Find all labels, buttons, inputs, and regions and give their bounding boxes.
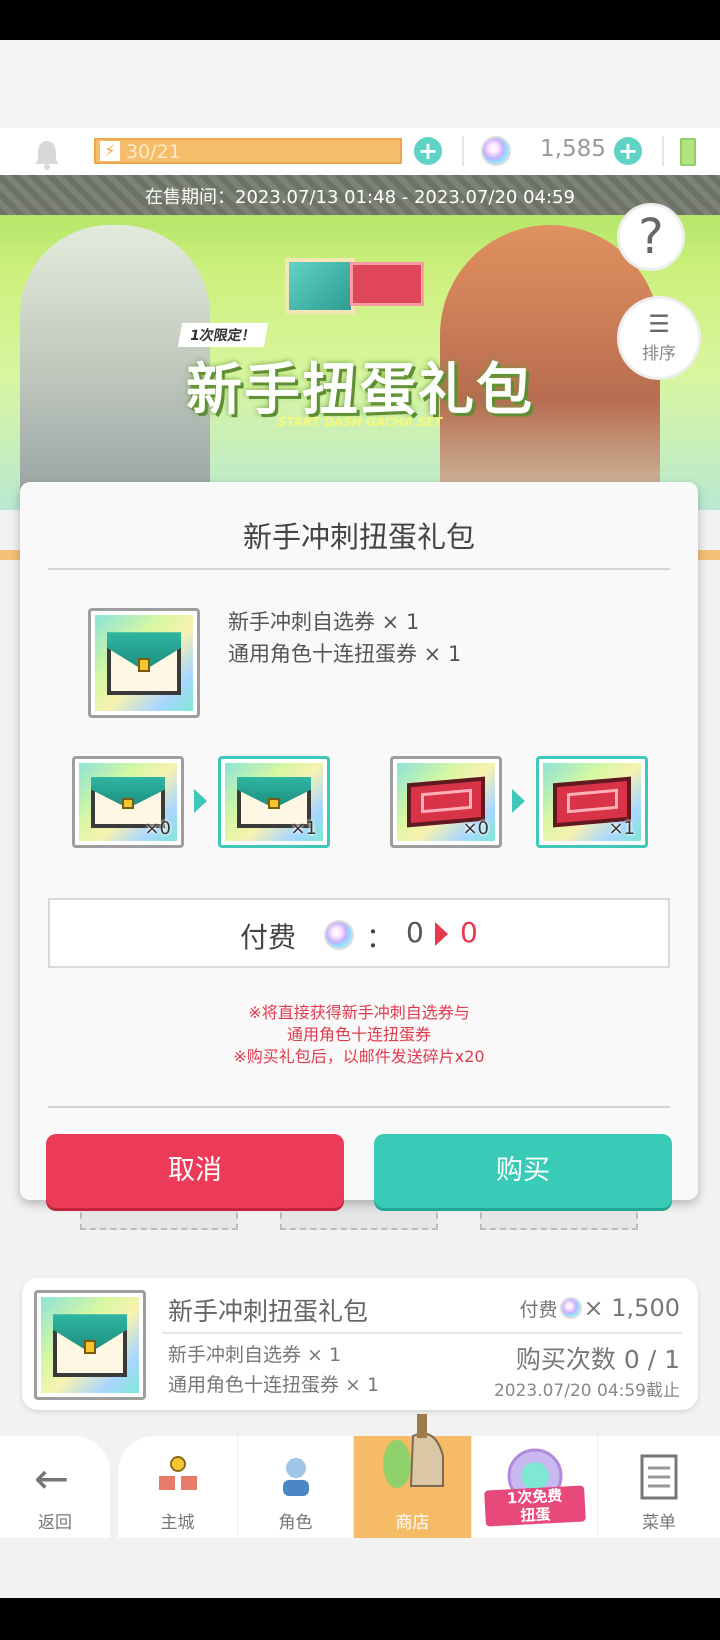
limit-tag: 1次限定！ bbox=[177, 323, 268, 347]
divider bbox=[48, 1106, 670, 1108]
battery-icon bbox=[680, 138, 696, 166]
banner-ticket-icon bbox=[350, 262, 424, 306]
note-line-2: 通用角色十连扭蛋券 bbox=[286, 1025, 431, 1044]
nav-label: 主城 bbox=[160, 1513, 195, 1533]
nav-tab-town[interactable]: 主城 bbox=[118, 1436, 238, 1538]
envelope-before: ×0 bbox=[72, 756, 184, 848]
pack-content-2: 通用角色十连扭蛋券 × 1 bbox=[228, 642, 462, 666]
ticket-after: ×1 bbox=[536, 756, 648, 848]
gacha-ticket-icon: ×0 bbox=[397, 763, 495, 841]
price-after: 0 bbox=[460, 916, 478, 949]
envelope-after: ×1 bbox=[218, 756, 330, 848]
divider bbox=[162, 1332, 682, 1334]
stamina-bar: ⚡ 30/21 bbox=[94, 138, 402, 164]
lightning-icon: ⚡ bbox=[100, 141, 120, 161]
banner-envelope-icon bbox=[285, 258, 355, 314]
back-label: 返回 bbox=[38, 1513, 72, 1533]
purchase-dialog: 新手冲刺扭蛋礼包 新手冲刺自选券 × 1 通用角色十连扭蛋券 × 1 ×0 ×1 bbox=[20, 482, 698, 1208]
quantity-label: ×1 bbox=[608, 818, 635, 839]
price-label: 付费 bbox=[240, 921, 297, 954]
product-cost: 付费 × 1,500 bbox=[520, 1294, 680, 1322]
nav-tabs: 主城 角色 商店 1次免费 扭蛋 菜单 bbox=[118, 1414, 720, 1538]
bottom-spacer bbox=[0, 1538, 720, 1598]
sort-button[interactable]: ☰ 排序 bbox=[617, 296, 701, 380]
gem-icon bbox=[559, 1297, 582, 1319]
banner-title: 新手扭蛋礼包 bbox=[186, 358, 534, 423]
deadline: 2023.07/20 04:59截止 bbox=[493, 1381, 680, 1401]
price-colon: ： bbox=[366, 921, 395, 954]
sort-label: 排序 bbox=[642, 344, 676, 364]
quantity-label: ×0 bbox=[462, 818, 489, 839]
divider bbox=[662, 136, 664, 166]
back-arrow-icon: ← bbox=[34, 1454, 70, 1503]
gacha-ticket-icon: ×1 bbox=[543, 763, 641, 841]
nav-tab-character[interactable]: 角色 bbox=[238, 1436, 354, 1538]
product-content-2: 通用角色十连扭蛋券 × 1 bbox=[168, 1374, 380, 1396]
envelope-icon: ×0 bbox=[79, 763, 177, 841]
purchase-count: 购买次数 0 / 1 bbox=[515, 1345, 680, 1374]
envelope-icon: ×1 bbox=[225, 763, 323, 841]
quantity-label: ×1 bbox=[290, 818, 317, 839]
nav-tab-shop[interactable]: 商店 bbox=[354, 1414, 472, 1538]
price-box: 付费 ： 0 0 bbox=[48, 898, 670, 968]
nav-label: 菜单 bbox=[642, 1513, 676, 1533]
arrow-icon bbox=[512, 789, 525, 813]
bell-icon[interactable] bbox=[33, 139, 61, 171]
product-thumbnail bbox=[34, 1290, 146, 1400]
free-badge-line2: 扭蛋 bbox=[520, 1505, 551, 1525]
sort-icon: ☰ bbox=[648, 310, 670, 338]
back-button[interactable]: ← 返回 bbox=[0, 1436, 110, 1538]
help-button[interactable]: ? bbox=[617, 203, 685, 271]
pack-banner: 在售期间：2023.07/13 01:48 - 2023.07/20 04:59… bbox=[0, 175, 720, 510]
add-stamina-button[interactable]: + bbox=[414, 137, 442, 165]
shop-icon bbox=[382, 1414, 444, 1488]
gem-count: 1,585 bbox=[540, 136, 606, 162]
quantity-label: ×0 bbox=[144, 818, 171, 839]
free-gacha-badge: 1次免费 扭蛋 bbox=[484, 1485, 586, 1527]
character-icon bbox=[282, 1458, 309, 1496]
add-gems-button[interactable]: + bbox=[614, 137, 642, 165]
product-card[interactable]: 新手冲刺扭蛋礼包 新手冲刺自选券 × 1 通用角色十连扭蛋券 × 1 付费 × 1… bbox=[22, 1278, 698, 1410]
menu-icon bbox=[640, 1454, 678, 1500]
nav-tab-gacha[interactable]: 1次免费 扭蛋 bbox=[472, 1436, 598, 1538]
nav-label: 商店 bbox=[395, 1513, 430, 1533]
price-before: 0 bbox=[406, 916, 424, 949]
note-line-3: ※购买礼包后，以邮件发送碎片x20 bbox=[233, 1047, 485, 1066]
dialog-title: 新手冲刺扭蛋礼包 bbox=[242, 520, 475, 554]
arrow-icon bbox=[194, 789, 207, 813]
nav-label: 角色 bbox=[278, 1513, 313, 1533]
cost-label: 付费 bbox=[519, 1299, 558, 1321]
gem-icon bbox=[324, 920, 354, 950]
arrow-icon bbox=[435, 922, 448, 946]
divider bbox=[48, 568, 670, 570]
ticket-before: ×0 bbox=[390, 756, 502, 848]
envelope-icon bbox=[95, 615, 193, 711]
bottom-nav: ← 返回 主城 角色 商店 1次免费 扭蛋 菜单 bbox=[0, 1414, 720, 1538]
cost-value: × 1,500 bbox=[583, 1294, 680, 1322]
nav-tab-menu[interactable]: 菜单 bbox=[598, 1436, 720, 1538]
divider bbox=[462, 136, 464, 166]
gem-icon bbox=[481, 136, 511, 166]
app-screen: ⚡ 30/21 + 1,585 + 在售期间：2023.07/13 01:48 … bbox=[0, 40, 720, 1598]
sale-period: 在售期间：2023.07/13 01:48 - 2023.07/20 04:59 bbox=[145, 187, 575, 208]
banner-subtitle: START DASH GACHA SET bbox=[277, 415, 443, 429]
product-title: 新手冲刺扭蛋礼包 bbox=[168, 1297, 369, 1326]
buy-button[interactable]: 购买 bbox=[374, 1134, 672, 1208]
pack-thumbnail bbox=[88, 608, 200, 718]
town-icon bbox=[158, 1456, 197, 1490]
envelope-icon bbox=[41, 1297, 139, 1393]
cancel-button[interactable]: 取消 bbox=[46, 1134, 344, 1208]
pack-content-1: 新手冲刺自选券 × 1 bbox=[228, 610, 420, 634]
product-content-1: 新手冲刺自选券 × 1 bbox=[168, 1344, 342, 1366]
note-line-1: ※将直接获得新手冲刺自选券与 bbox=[248, 1003, 470, 1022]
stamina-value: 30/21 bbox=[126, 141, 181, 163]
